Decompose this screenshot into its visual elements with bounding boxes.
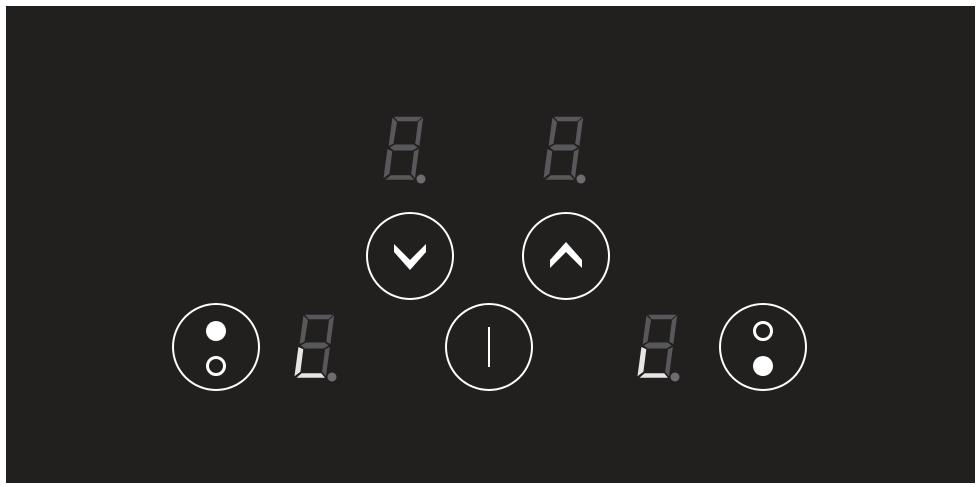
decimal-point xyxy=(327,372,337,382)
zone-rear-dots-icon xyxy=(753,321,773,376)
zone-right-button[interactable] xyxy=(719,303,807,391)
segment-e xyxy=(294,347,304,377)
segment-g xyxy=(643,342,672,349)
plus-button[interactable] xyxy=(522,212,610,300)
segment-d xyxy=(296,373,325,378)
segment-b xyxy=(575,117,584,146)
chevron-down-icon xyxy=(394,244,426,270)
segment-b xyxy=(326,315,335,344)
segment-a xyxy=(648,314,677,320)
decimal-point xyxy=(670,372,680,382)
segment-c xyxy=(322,347,330,377)
seven-segment-digit xyxy=(543,116,586,184)
segment-d xyxy=(545,175,574,180)
segment-g xyxy=(389,144,418,151)
segment-b xyxy=(415,117,424,146)
seven-segment-digit xyxy=(637,314,680,382)
segment-a xyxy=(305,314,334,320)
zone-left-button[interactable] xyxy=(172,303,260,391)
segment-c xyxy=(665,347,673,377)
display-bottom-left xyxy=(287,302,347,392)
segment-f xyxy=(548,117,557,146)
segment-d xyxy=(385,175,414,180)
segment-e xyxy=(637,347,647,377)
segment-c xyxy=(411,149,419,179)
minus-button[interactable] xyxy=(366,212,454,300)
display-bottom-right xyxy=(630,302,690,392)
power-bar-icon xyxy=(488,327,490,367)
segment-e xyxy=(383,149,393,179)
display-top-right xyxy=(536,104,596,194)
zone-front-dots-icon xyxy=(206,321,226,376)
segment-d xyxy=(639,373,668,378)
segment-a xyxy=(394,116,423,122)
segment-c xyxy=(571,149,579,179)
segment-g xyxy=(549,144,578,151)
control-panel xyxy=(6,6,975,483)
segment-e xyxy=(543,149,553,179)
segment-f xyxy=(642,315,651,344)
chevron-up-icon xyxy=(550,242,582,268)
segment-f xyxy=(388,117,397,146)
decimal-point xyxy=(416,174,426,184)
segment-b xyxy=(669,315,678,344)
seven-segment-digit xyxy=(383,116,426,184)
seven-segment-digit xyxy=(294,314,337,382)
decimal-point xyxy=(576,174,586,184)
power-button[interactable] xyxy=(445,303,533,391)
segment-g xyxy=(300,342,329,349)
segment-f xyxy=(299,315,308,344)
display-top-left xyxy=(376,104,436,194)
segment-a xyxy=(554,116,583,122)
